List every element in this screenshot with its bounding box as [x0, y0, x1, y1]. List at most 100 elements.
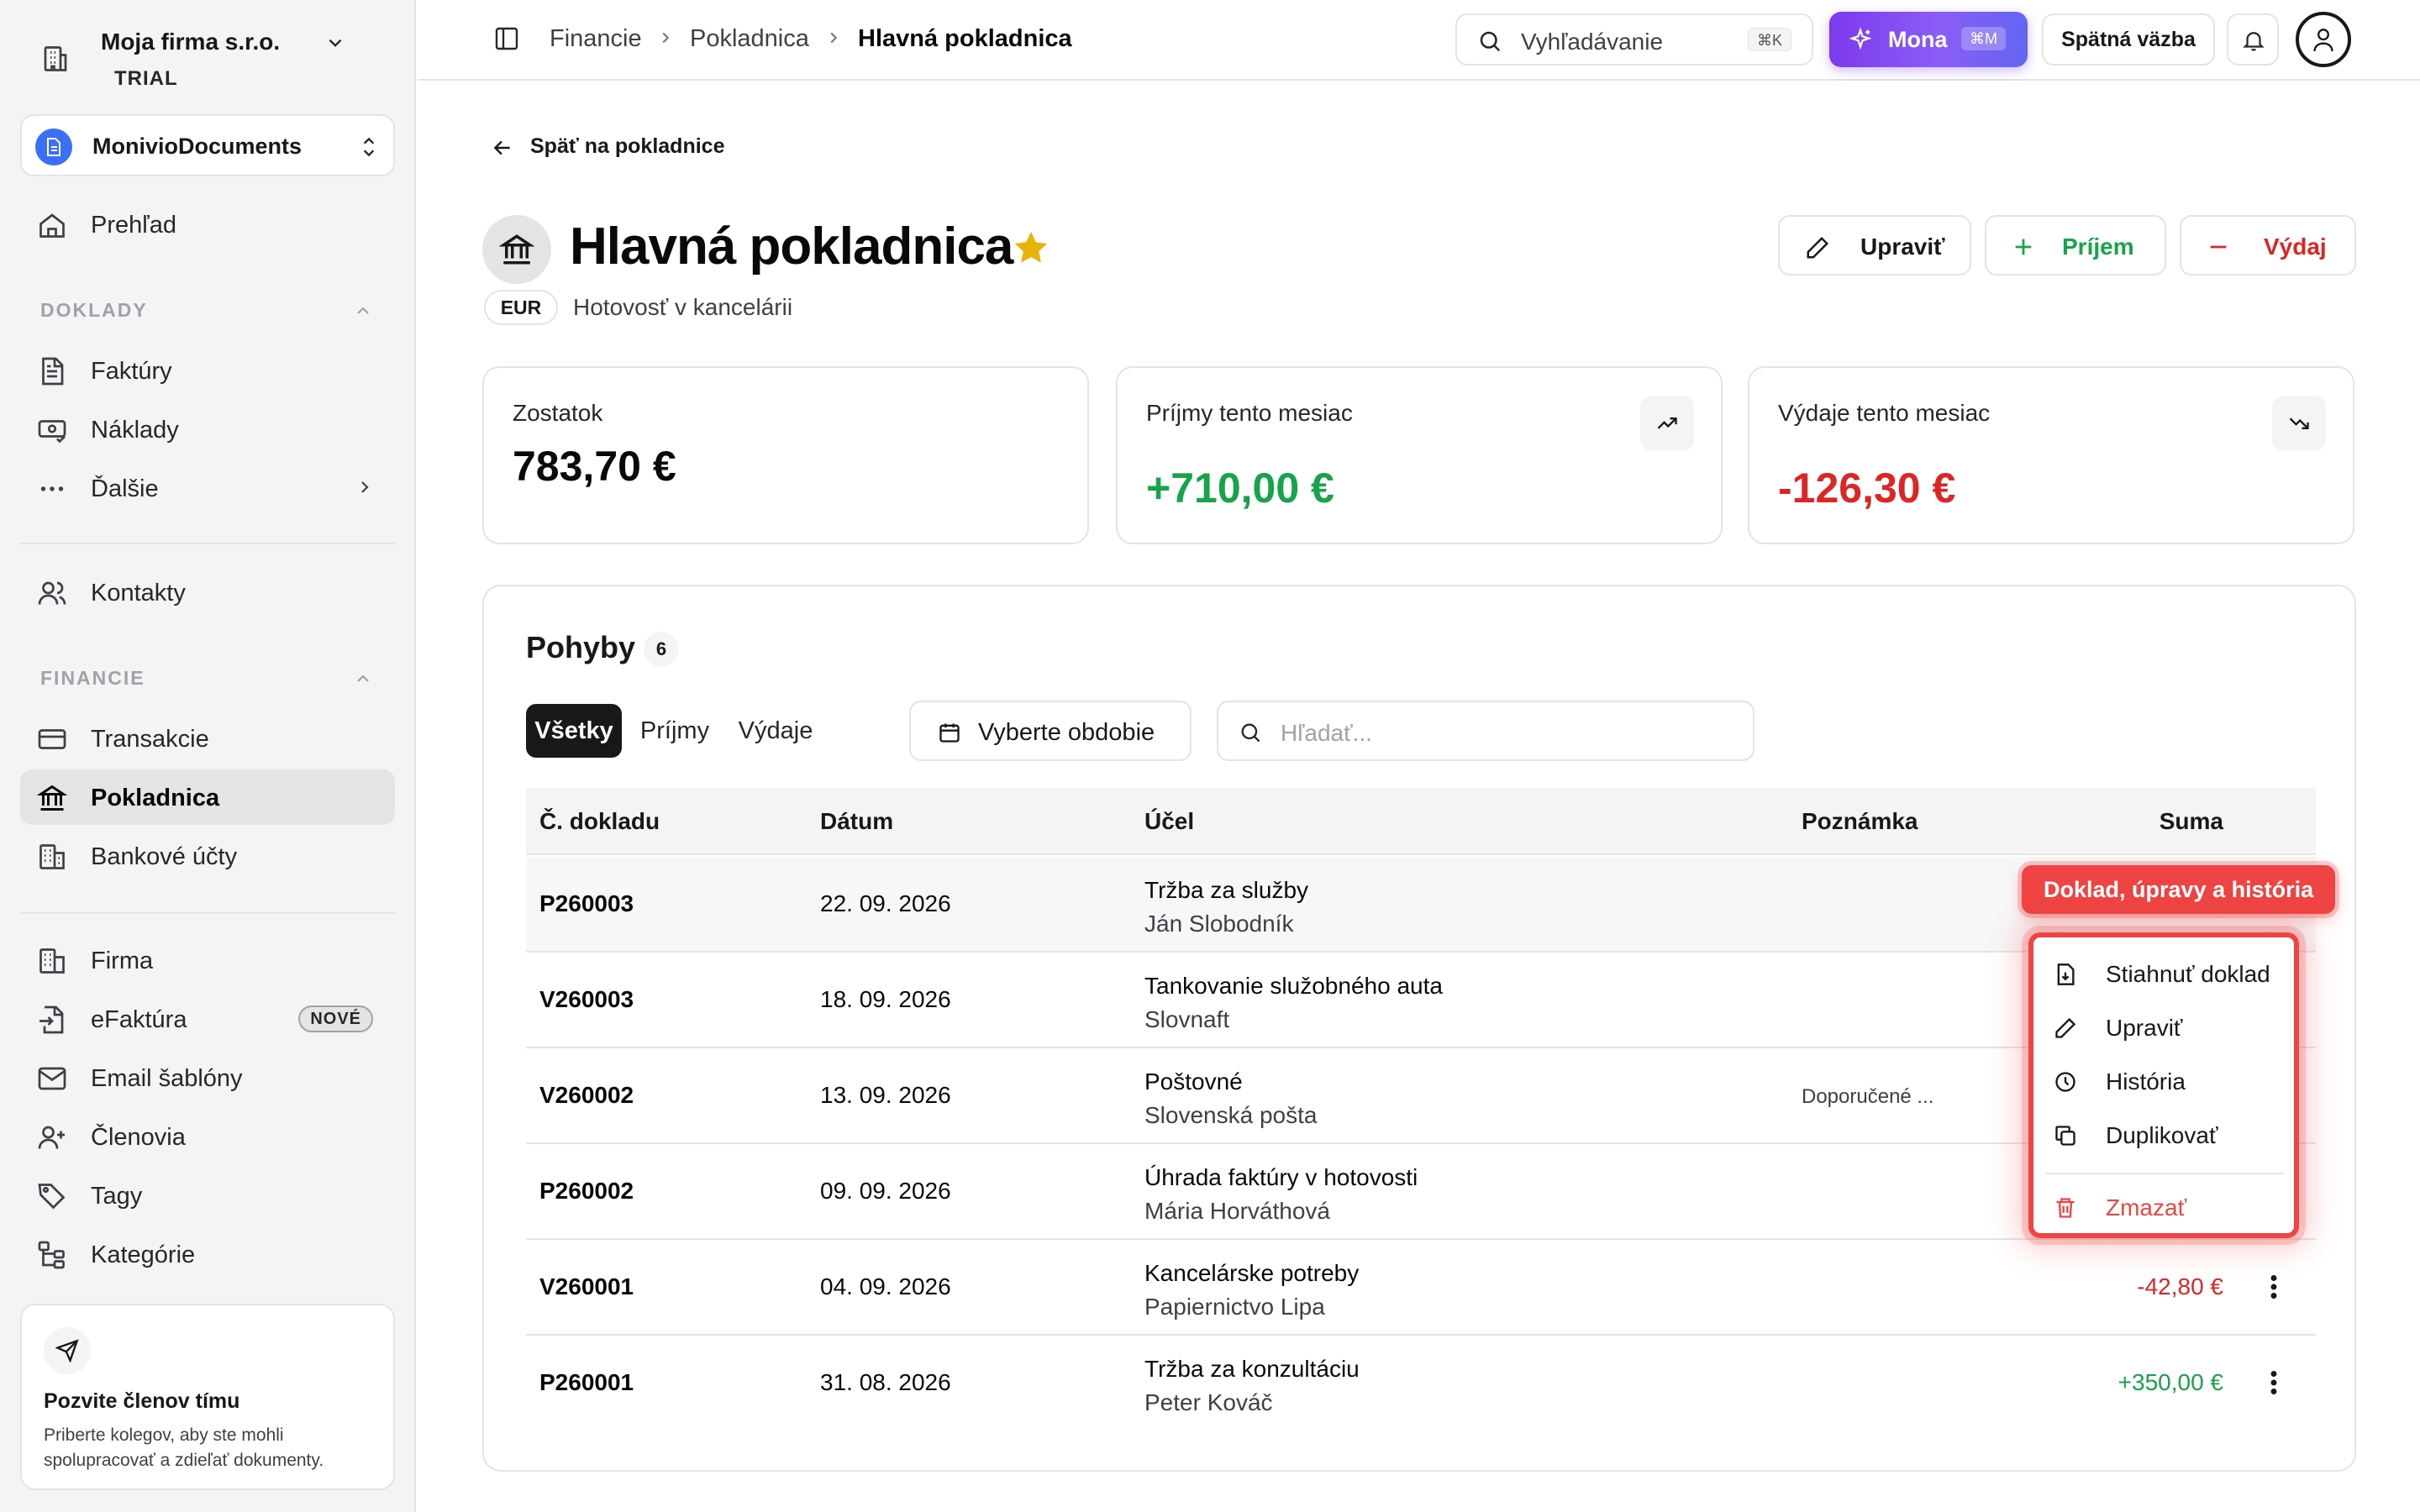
column-number: Č. dokladu: [539, 808, 660, 834]
menu-item-edit[interactable]: Upraviť: [2033, 1003, 2294, 1052]
row-party: Papiernictvo Lipa: [1144, 1294, 1325, 1320]
trending-up-icon: [1657, 417, 1677, 429]
sidebar-item-cash-register[interactable]: Pokladnica: [20, 769, 395, 825]
section-header-documents: DOKLADY: [40, 299, 148, 321]
assistant-button[interactable]: Mona ⌘M: [1829, 12, 2028, 67]
income-card: Príjmy tento mesiac +710,00 €: [1116, 366, 1723, 544]
sidebar-toggle-icon[interactable]: [493, 25, 520, 52]
sidebar-item-invoices[interactable]: Faktúry: [20, 343, 395, 398]
invite-team-card[interactable]: Pozvite členov tímu Priberte kolegov, ab…: [20, 1304, 395, 1490]
chevron-up-down-icon: [363, 137, 375, 157]
row-purpose: Poštovné: [1144, 1068, 1243, 1095]
star-icon[interactable]: [1012, 228, 1050, 267]
row-number: V260001: [539, 1273, 634, 1299]
search-shortcut: ⌘K: [1747, 28, 1791, 51]
sidebar-item-tags[interactable]: Tagy: [20, 1168, 395, 1223]
sidebar-item-bank-accounts[interactable]: Bankové účty: [20, 828, 395, 884]
search-placeholder: Hľadať...: [1281, 720, 1372, 746]
sidebar-item-more[interactable]: Ďalšie: [20, 460, 395, 516]
period-label: Vyberte obdobie: [978, 719, 1155, 746]
menu-item-history[interactable]: História: [2033, 1057, 2294, 1105]
company-name: Moja firma s.r.o.: [101, 29, 281, 55]
sidebar-item-costs[interactable]: Náklady: [20, 402, 395, 457]
invite-title: Pozvite členov tímu: [44, 1389, 240, 1413]
edit-button[interactable]: Upraviť: [1778, 215, 1971, 276]
topbar: Financie Pokladnica Hlavná pokladnica Vy…: [418, 0, 2420, 81]
row-number: P260001: [539, 1369, 634, 1395]
global-search[interactable]: Vyhľadávanie ⌘K: [1455, 13, 1813, 66]
home-icon: [39, 213, 65, 238]
chevron-up-icon[interactable]: [353, 669, 373, 689]
column-amount: Suma: [2159, 808, 2223, 834]
menu-item-label: Duplikovať: [2106, 1122, 2218, 1148]
movements-count: 6: [644, 632, 679, 667]
row-party: Slovenská pošta: [1144, 1102, 1318, 1128]
menu-item-delete[interactable]: Zmazať: [2033, 1183, 2294, 1231]
trash-icon: [2056, 1198, 2075, 1218]
feedback-button[interactable]: Spätná väzba: [2042, 13, 2215, 66]
table-row[interactable]: P260001 31. 08. 2026 Tržba za konzultáci…: [526, 1336, 2316, 1431]
arrow-left-icon: [493, 140, 510, 155]
breadcrumb-finance[interactable]: Financie: [550, 25, 642, 53]
sidebar-item-transactions[interactable]: Transakcie: [20, 711, 395, 766]
calendar-icon: [939, 723, 960, 743]
add-expense-button[interactable]: Výdaj: [2180, 215, 2356, 276]
table-header: Č. dokladu Dátum Účel Poznámka Suma: [526, 788, 2316, 855]
chevron-right-icon: [830, 32, 838, 44]
row-purpose: Kancelárske potreby: [1144, 1260, 1360, 1286]
sidebar-item-einvoice[interactable]: eFaktúra NOVÉ: [20, 991, 395, 1047]
workspace-logo: [35, 129, 72, 165]
plus-icon: [2015, 239, 2032, 255]
balance-label: Zostatok: [513, 400, 603, 426]
chevron-up-icon[interactable]: [353, 301, 373, 321]
row-date: 09. 09. 2026: [820, 1178, 951, 1204]
sidebar: Moja firma s.r.o. TRIAL MonivioDocuments…: [0, 0, 416, 1512]
movements-search-input[interactable]: Hľadať...: [1217, 701, 1754, 761]
company-switcher[interactable]: Moja firma s.r.o. TRIAL: [40, 20, 393, 96]
sidebar-item-label: Email šablóny: [91, 1065, 243, 1092]
row-date: 18. 09. 2026: [820, 986, 951, 1012]
sparkles-icon: [1849, 27, 1872, 50]
more-vertical-icon[interactable]: [2265, 1272, 2282, 1302]
menu-item-duplicate[interactable]: Duplikovať: [2033, 1110, 2294, 1159]
sidebar-item-overview[interactable]: Prehľad: [20, 197, 395, 252]
row-purpose: Tankovanie služobného auta: [1144, 973, 1443, 999]
sidebar-item-categories[interactable]: Kategórie: [20, 1226, 395, 1282]
menu-item-download[interactable]: Stiahnuť doklad: [2033, 949, 2294, 998]
sidebar-item-contacts[interactable]: Kontakty: [20, 564, 395, 620]
workspace-selector[interactable]: MonivioDocuments: [20, 114, 395, 176]
row-amount: -42,80 €: [2137, 1273, 2223, 1299]
breadcrumb-cash-registers[interactable]: Pokladnica: [690, 25, 809, 53]
notifications-button[interactable]: [2227, 13, 2279, 66]
tab-expenses[interactable]: Výdaje: [728, 704, 823, 758]
income-month-value: +710,00 €: [1146, 465, 1334, 512]
column-date: Dátum: [820, 808, 894, 834]
row-purpose: Tržba za služby: [1144, 877, 1309, 903]
user-avatar[interactable]: [2296, 12, 2351, 67]
add-income-button[interactable]: Príjem: [1985, 215, 2166, 276]
send-icon-wrap: [44, 1327, 91, 1374]
sidebar-item-members[interactable]: Členovia: [20, 1109, 395, 1164]
menu-divider: [2045, 1173, 2284, 1174]
column-purpose: Účel: [1144, 808, 1195, 834]
tag-icon: [38, 1184, 66, 1210]
tab-all[interactable]: Všetky: [526, 704, 622, 758]
menu-item-label: Upraviť: [2106, 1015, 2183, 1041]
more-vertical-icon[interactable]: [2265, 1368, 2282, 1398]
search-placeholder: Vyhľadávanie: [1521, 29, 1664, 55]
table-row[interactable]: V260001 04. 09. 2026 Kancelárske potreby…: [526, 1240, 2316, 1336]
ellipsis-icon: [40, 486, 64, 491]
period-picker[interactable]: Vyberte obdobie: [909, 701, 1192, 761]
bell-icon: [2243, 32, 2265, 51]
sidebar-item-label: Kategórie: [91, 1242, 196, 1268]
sidebar-item-label: Prehľad: [91, 212, 176, 239]
new-badge: NOVÉ: [298, 1005, 373, 1032]
tab-income[interactable]: Príjmy: [627, 704, 723, 758]
sidebar-item-company[interactable]: Firma: [20, 932, 395, 988]
building-icon: [44, 46, 67, 71]
sidebar-item-email-templates[interactable]: Email šablóny: [20, 1050, 395, 1105]
plan-badge: TRIAL: [114, 67, 178, 90]
building-bank-icon: [39, 844, 65, 869]
sidebar-item-label: Faktúry: [91, 358, 172, 385]
balance-value: 783,70 €: [513, 443, 676, 490]
